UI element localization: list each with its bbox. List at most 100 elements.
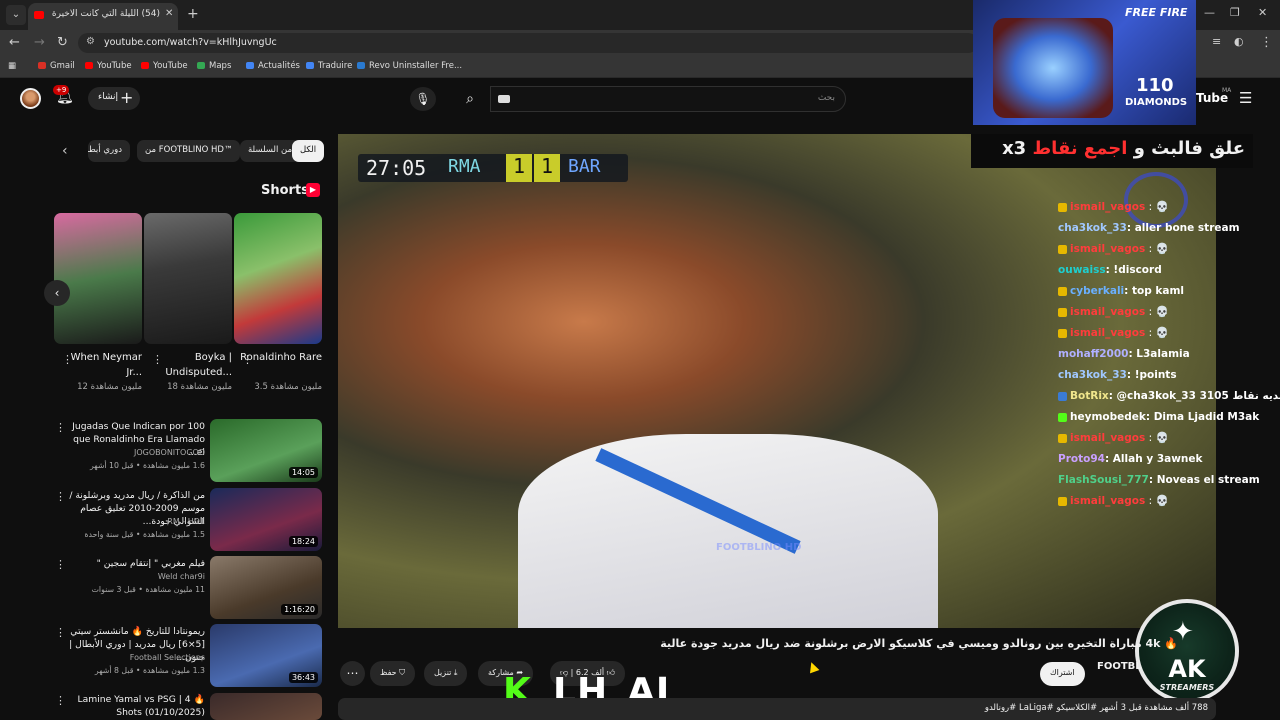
rec-meta: 1.6 مليون مشاهدة • قبل 10 أشهر — [89, 461, 205, 470]
profile-icon[interactable]: ◐ — [1234, 35, 1244, 48]
chips-prev-chevron-icon[interactable]: ‹ — [62, 143, 68, 159]
bookmark-item[interactable]: Maps — [197, 61, 231, 71]
short-thumbnail[interactable] — [54, 213, 142, 344]
video-frame-jersey — [518, 434, 938, 628]
short-more-icon[interactable]: ⋮ — [152, 353, 163, 366]
tab-search-button[interactable]: ⌄ — [6, 5, 26, 25]
skull-emote-icon: : 💀 — [1145, 201, 1169, 213]
chat-message: heymobedek: Dima Ljadid M3ak — [1058, 410, 1273, 424]
guide-menu-icon[interactable]: ☰ — [1239, 89, 1252, 107]
tab-close-icon[interactable]: ✕ — [165, 8, 173, 19]
chip-from-channel[interactable]: من FOOTBLINO HD™ — [137, 140, 241, 162]
rec-more-icon[interactable]: ⋮ — [55, 490, 66, 503]
bookmark-favicon-icon — [357, 62, 365, 69]
chat-badge-icon — [1058, 391, 1067, 401]
home-score: 1 — [506, 154, 532, 182]
channel-name[interactable]: FOOTBL — [1097, 661, 1142, 672]
ad-brand: FREE FIRE — [1125, 6, 1188, 19]
apps-grid-icon[interactable]: ▦ — [8, 61, 16, 71]
rec-channel[interactable]: Weld char9i — [62, 572, 205, 581]
ak-logo-sub: STREAMERS — [1159, 683, 1215, 692]
away-team: BAR — [568, 156, 601, 177]
short-more-icon[interactable]: ⋮ — [242, 353, 253, 366]
rec-more-icon[interactable]: ⋮ — [55, 421, 66, 434]
tab-title: (54) الليلة التي كانت الاخيرة — [51, 9, 160, 19]
rec-channel[interactable]: JOGOBONITOGOD — [62, 448, 205, 457]
close-window-icon[interactable]: ✕ — [1258, 6, 1267, 19]
search-input[interactable]: بحث — [490, 86, 846, 112]
shorts-prev-chevron-icon[interactable]: ‹ — [44, 280, 70, 306]
short-views: 12 مليون مشاهدة — [77, 382, 142, 392]
save-button[interactable]: حفظ ⛉ — [370, 661, 416, 686]
bookmark-favicon-icon — [141, 62, 149, 69]
promo-banner: علق فالبث و اجمع نقاط x3 — [971, 134, 1253, 168]
rec-title[interactable]: فيلم مغربي " إنتقام سجين " — [62, 557, 205, 570]
bookmark-item[interactable]: Revo Uninstaller Fre... — [357, 61, 462, 71]
create-label: إنشاء — [98, 92, 119, 102]
description-box[interactable]: 788 ألف مشاهدة قبل 3 أشهر #الكلاسيكو #La… — [338, 698, 1216, 720]
chat-badge-icon — [1058, 412, 1067, 422]
create-button[interactable]: إنشاء + — [88, 87, 140, 110]
more-actions-icon[interactable]: ⋯ — [340, 661, 365, 686]
keyboard-icon[interactable] — [498, 95, 510, 103]
minimize-icon[interactable]: — — [1204, 6, 1215, 19]
new-tab-button[interactable]: + — [187, 6, 199, 22]
skull-emote-icon: : 💀 — [1145, 243, 1169, 255]
bookmark-item[interactable]: Actualités — [246, 61, 300, 71]
chat-badge-icon — [1058, 286, 1067, 296]
chat-message: ismail_vagos : 💀 — [1058, 326, 1273, 340]
short-thumbnail[interactable] — [144, 213, 232, 344]
chat-username: Proto94 — [1058, 453, 1105, 465]
bookmark-favicon-icon — [38, 62, 46, 69]
chat-message: ismail_vagos : 💀 — [1058, 200, 1273, 214]
duration-badge: 14:05 — [288, 467, 318, 478]
download-button[interactable]: تنزيل ⤓ — [424, 661, 468, 686]
back-icon[interactable]: ← — [9, 35, 20, 50]
youtube-favicon-icon — [34, 11, 44, 19]
rec-thumbnail[interactable]: 36:43 — [210, 624, 322, 687]
chat-message: ismail_vagos : 💀 — [1058, 305, 1273, 319]
url-field[interactable]: ⚙ youtube.com/watch?v=kHlhJuvngUc — [78, 33, 978, 53]
voice-search-mic-icon[interactable]: 🎙︎ — [410, 87, 436, 111]
plus-icon: + — [120, 88, 134, 107]
rec-thumbnail[interactable]: 14:05 — [210, 419, 322, 482]
chip-champions[interactable]: دوري أبطا — [88, 140, 130, 162]
account-avatar[interactable] — [20, 88, 41, 109]
browser-tab[interactable]: (54) الليلة التي كانت الاخيرة ✕ — [28, 3, 178, 30]
rec-thumbnail[interactable]: 18:24 — [210, 488, 322, 551]
rec-thumbnail[interactable] — [210, 693, 322, 720]
reading-list-icon[interactable]: ≡ — [1212, 35, 1221, 48]
match-clock: 27:05 — [366, 156, 427, 180]
rec-more-icon[interactable]: ⋮ — [55, 558, 66, 571]
chat-username: BotRix — [1070, 390, 1109, 402]
rec-more-icon[interactable]: ⋮ — [55, 694, 66, 707]
skull-emote-icon: : 💀 — [1145, 306, 1169, 318]
rec-thumbnail[interactable]: 1:16:20 — [210, 556, 322, 619]
chat-text: : Noveas el stream — [1148, 474, 1260, 486]
forward-icon[interactable]: → — [34, 35, 45, 50]
browser-menu-icon[interactable]: ⋮ — [1260, 35, 1273, 50]
chat-username: cha3kok_33 — [1058, 222, 1127, 234]
video-watermark: FOOTBLINO HD — [716, 542, 802, 553]
site-info-icon[interactable]: ⚙ — [86, 36, 95, 47]
chip-all[interactable]: الكل — [292, 140, 325, 162]
bookmark-item[interactable]: YouTube — [141, 61, 188, 71]
subscribe-button[interactable]: اشتراك — [1040, 662, 1085, 686]
rec-channel[interactable]: RM - HD1 — [62, 517, 205, 526]
bookmark-favicon-icon — [85, 62, 93, 69]
description-text: 788 ألف مشاهدة قبل 3 أشهر #الكلاسيكو #La… — [984, 703, 1208, 713]
rec-more-icon[interactable]: ⋮ — [55, 626, 66, 639]
bookmark-label: YouTube — [153, 61, 188, 71]
short-more-icon[interactable]: ⋮ — [62, 353, 73, 366]
url-text: youtube.com/watch?v=kHlhJuvngUc — [104, 37, 277, 48]
bookmark-item[interactable]: Gmail — [38, 61, 75, 71]
maximize-icon[interactable]: ❐ — [1230, 6, 1240, 19]
bookmark-item[interactable]: Traduire — [306, 61, 352, 71]
reload-icon[interactable]: ↻ — [57, 35, 68, 50]
chat-username: cyberkali — [1070, 285, 1125, 297]
bookmark-item[interactable]: YouTube — [85, 61, 132, 71]
search-icon[interactable]: ⌕ — [452, 87, 488, 111]
rec-channel[interactable]: Football Selections — [62, 653, 205, 662]
rec-title[interactable]: 🔥 Lamine Yamal vs PSG | 4 Shots (01/10/2… — [62, 693, 205, 719]
short-thumbnail[interactable] — [234, 213, 322, 344]
